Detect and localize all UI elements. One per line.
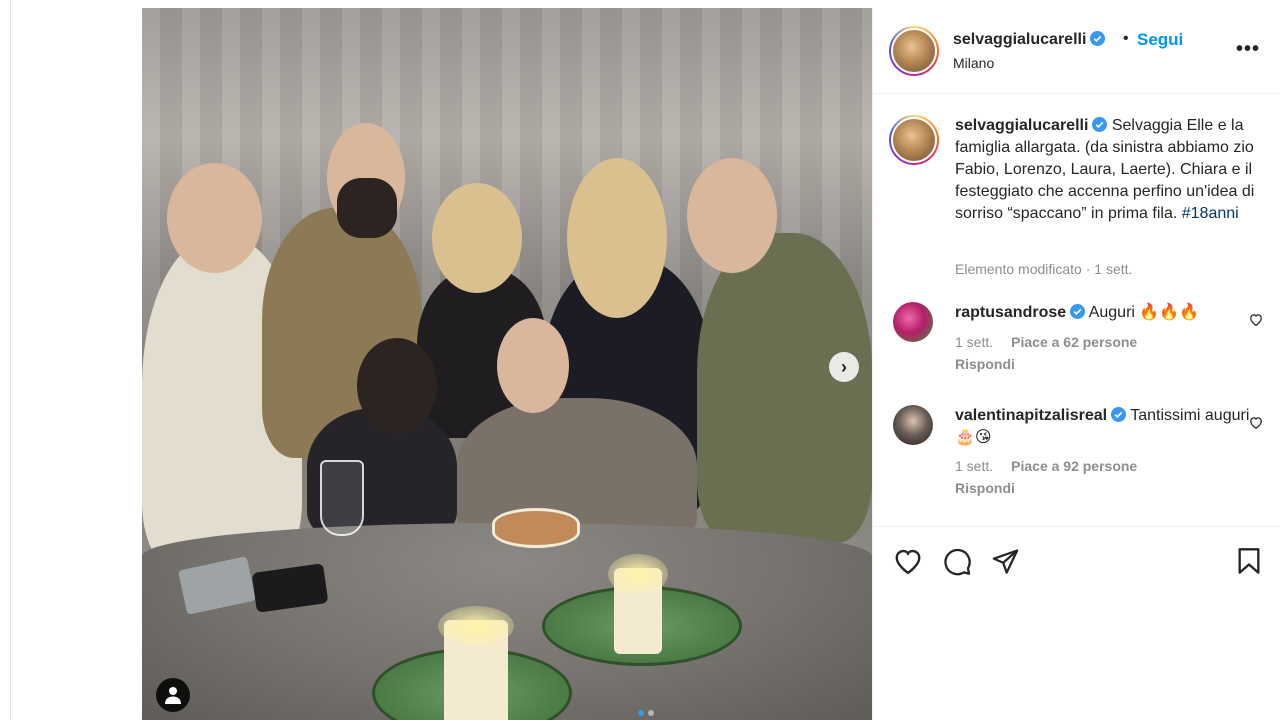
next-arrow-icon[interactable]: › [829, 352, 859, 382]
follow-button[interactable]: Segui [1137, 30, 1183, 50]
photo-candle-left [438, 606, 514, 720]
photo-candle-right [608, 554, 668, 654]
post-photo[interactable] [142, 8, 872, 720]
comment-item: valentinapitzalisreal Tantissimi auguri🎂… [873, 405, 1280, 515]
comment-time[interactable]: 1 sett. [955, 334, 993, 350]
verified-badge-icon [1111, 407, 1127, 422]
comment-text-block: valentinapitzalisreal Tantissimi auguri🎂… [955, 405, 1255, 449]
reply-button[interactable]: Rispondi [955, 356, 1015, 372]
comment-text: Auguri 🔥🔥🔥 [1088, 304, 1200, 321]
comment-like-icon[interactable] [1249, 313, 1263, 326]
comment-avatar[interactable] [893, 405, 933, 445]
comments-section: selvaggialucarelli Selvaggia Elle e la f… [873, 95, 1280, 525]
photo-birthday-cake [492, 508, 580, 548]
like-heart-icon[interactable] [893, 547, 923, 575]
author-avatar[interactable] [889, 26, 939, 76]
author-username[interactable]: selvaggialucarelli [953, 31, 1086, 48]
user-silhouette-icon [165, 687, 181, 704]
photo-head-6 [357, 338, 437, 433]
author-username-row[interactable]: selvaggialucarelli [953, 31, 1106, 49]
verified-badge-icon [1070, 304, 1086, 319]
comment-username[interactable]: valentinapitzalisreal [955, 407, 1107, 424]
comment-time[interactable]: 1 sett. [955, 458, 993, 474]
more-options-icon[interactable]: ••• [1236, 38, 1260, 61]
user-tag-icon[interactable] [156, 678, 190, 712]
photo-head-5 [687, 158, 777, 273]
carousel-dot [648, 710, 654, 716]
comment-like-icon[interactable] [1249, 416, 1263, 429]
post-side-panel: selvaggialucarelli • Segui Milano ••• se… [872, 8, 1280, 720]
comment-likes[interactable]: Piace a 92 persone [1011, 458, 1137, 474]
caption: selvaggialucarelli Selvaggia Elle e la f… [873, 115, 1280, 285]
comment-meta: 1 sett. Piace a 62 persone [955, 334, 1137, 350]
caption-hashtag[interactable]: #18anni [1182, 205, 1239, 222]
reply-button[interactable]: Rispondi [955, 480, 1015, 496]
post-header: selvaggialucarelli • Segui Milano ••• [873, 8, 1280, 94]
photo-wine-glass [320, 460, 364, 536]
photo-person-5 [697, 233, 872, 543]
photo-head-4 [567, 158, 667, 318]
photo-beard [337, 178, 397, 238]
gutter-divider [10, 0, 11, 720]
carousel-dots [638, 710, 654, 716]
action-bar [873, 526, 1280, 586]
save-bookmark-icon[interactable] [1237, 547, 1261, 575]
comment-likes[interactable]: Piace a 62 persone [1011, 334, 1137, 350]
comment-meta: 1 sett. Piace a 92 persone [955, 458, 1137, 474]
caption-text-block: selvaggialucarelli Selvaggia Elle e la f… [955, 115, 1255, 225]
header-separator: • [1123, 30, 1129, 47]
comment-username[interactable]: raptusandrose [955, 304, 1066, 321]
comment-icon[interactable] [943, 547, 972, 576]
caption-username[interactable]: selvaggialucarelli [955, 117, 1088, 134]
carousel-dot-active [638, 710, 644, 716]
photo-head-7 [497, 318, 569, 413]
share-icon[interactable] [991, 547, 1020, 575]
comment-text-block: raptusandrose Auguri 🔥🔥🔥 [955, 302, 1255, 324]
caption-meta: Elemento modificato · 1 sett. [955, 261, 1133, 277]
left-gutter [0, 0, 142, 720]
comment-item: raptusandrose Auguri 🔥🔥🔥 1 sett. Piace a … [873, 302, 1280, 392]
comment-avatar[interactable] [893, 302, 933, 342]
post-location[interactable]: Milano [953, 55, 994, 71]
photo-head-3 [432, 183, 522, 293]
photo-head-1 [167, 163, 262, 273]
verified-badge-icon [1090, 31, 1106, 46]
caption-avatar[interactable] [889, 115, 939, 165]
verified-badge-icon [1092, 117, 1108, 132]
